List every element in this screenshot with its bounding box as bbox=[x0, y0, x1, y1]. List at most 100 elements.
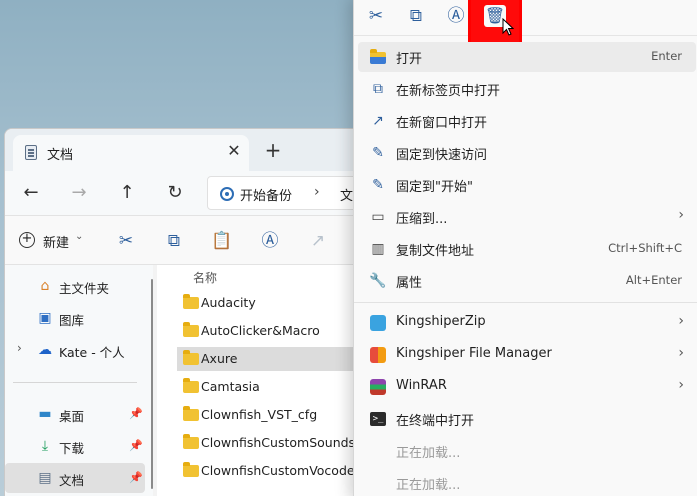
sidebar-item-onedrive[interactable]: › ☁ Kate - 个人 bbox=[5, 335, 145, 365]
sidebar-scrollbar[interactable] bbox=[151, 279, 153, 489]
menu-item-open-new-window[interactable]: ↗ 在新窗口中打开 bbox=[358, 106, 696, 136]
folder-open-icon bbox=[370, 49, 386, 64]
folder-icon bbox=[183, 406, 199, 421]
chevron-down-icon: ⌄ bbox=[75, 231, 84, 242]
chevron-right-icon: › bbox=[678, 313, 684, 329]
rename-icon[interactable]: Ⓐ bbox=[259, 230, 281, 252]
menu-item-shortcut: Ctrl+Shift+C bbox=[608, 241, 682, 255]
menu-item-pin-quick-access[interactable]: ✎ 固定到快速访问 bbox=[358, 138, 696, 168]
menu-item-open[interactable]: 打开 Enter bbox=[358, 42, 696, 72]
desktop-icon: ▬ bbox=[38, 406, 52, 422]
document-icon: ▤ bbox=[38, 470, 52, 486]
plus-icon: + bbox=[19, 232, 35, 248]
menu-item-copy-path[interactable]: ▥ 复制文件地址 Ctrl+Shift+C bbox=[358, 234, 696, 264]
chevron-right-icon: › bbox=[678, 377, 684, 393]
sidebar-item-desktop[interactable]: ▬ 桌面 📌 bbox=[5, 399, 145, 429]
new-tab-button[interactable]: + bbox=[263, 140, 283, 161]
folder-icon bbox=[183, 294, 199, 309]
sidebar-item-label: 下载 bbox=[59, 441, 85, 456]
menu-separator bbox=[354, 302, 697, 303]
copy-path-icon: ▥ bbox=[371, 241, 385, 257]
backup-icon bbox=[220, 187, 234, 201]
cut-icon[interactable]: ✂ bbox=[364, 4, 388, 28]
sidebar-item-downloads[interactable]: ⤓ 下载 📌 bbox=[5, 431, 145, 461]
menu-item-loading: 正在加载... bbox=[358, 436, 696, 466]
rename-icon[interactable]: Ⓐ bbox=[444, 4, 468, 28]
new-label: 新建 bbox=[43, 236, 70, 251]
menu-item-kingshiper-file-manager[interactable]: Kingshiper File Manager › bbox=[358, 340, 696, 370]
menu-item-label: WinRAR bbox=[396, 378, 447, 393]
zip-folder-icon: ▭ bbox=[371, 209, 385, 225]
navigation-pane: ⌂ 主文件夹 ▣ 图库 › ☁ Kate - 个人 ▬ 桌面 📌 ⤓ 下载 📌 … bbox=[5, 265, 153, 496]
menu-item-label: 复制文件地址 bbox=[396, 244, 475, 259]
menu-item-winrar[interactable]: WinRAR › bbox=[358, 372, 696, 402]
breadcrumb-separator: › bbox=[314, 184, 320, 200]
kingshiper-file-manager-icon bbox=[370, 347, 386, 363]
sidebar-item-label: 图库 bbox=[59, 313, 85, 328]
file-name: ClownfishCustomVocoders bbox=[201, 463, 367, 478]
sidebar-item-label: 桌面 bbox=[59, 409, 85, 424]
menu-item-label: 固定到快速访问 bbox=[396, 148, 488, 163]
menu-item-label: 正在加载... bbox=[396, 446, 461, 461]
tab-documents[interactable]: 文档 ✕ bbox=[13, 135, 249, 171]
copy-icon[interactable]: ⧉ bbox=[404, 4, 428, 28]
gallery-icon: ▣ bbox=[38, 310, 52, 326]
menu-item-label: 打开 bbox=[396, 52, 423, 67]
copy-icon[interactable]: ⧉ bbox=[163, 230, 185, 252]
column-header-name[interactable]: 名称 bbox=[193, 269, 217, 286]
document-icon bbox=[25, 145, 37, 160]
pin-icon: 📌 bbox=[129, 407, 143, 420]
folder-icon bbox=[183, 434, 199, 449]
menu-item-label: Kingshiper File Manager bbox=[396, 346, 552, 361]
sidebar-item-documents[interactable]: ▤ 文档 📌 bbox=[5, 463, 145, 493]
menu-item-shortcut: Enter bbox=[651, 49, 682, 63]
close-icon[interactable]: ✕ bbox=[225, 142, 243, 160]
breadcrumb-backup[interactable]: 开始备份 bbox=[240, 185, 292, 204]
forward-arrow-icon[interactable]: → bbox=[67, 181, 91, 205]
folder-icon bbox=[183, 462, 199, 477]
menu-item-kingshiperzip[interactable]: KingshiperZip › bbox=[358, 308, 696, 338]
file-name: Axure bbox=[201, 351, 238, 366]
menu-item-properties[interactable]: 🔧 属性 Alt+Enter bbox=[358, 266, 696, 296]
tab-title: 文档 bbox=[47, 148, 74, 163]
menu-item-pin-start[interactable]: ✎ 固定到"开始" bbox=[358, 170, 696, 200]
menu-item-loading: 正在加载... bbox=[358, 468, 696, 496]
share-icon[interactable]: ↗ bbox=[307, 230, 329, 252]
breadcrumb-documents[interactable]: 文 bbox=[340, 185, 353, 204]
pin-icon: ✎ bbox=[372, 145, 384, 161]
pin-icon: 📌 bbox=[129, 439, 143, 452]
refresh-icon[interactable]: ↻ bbox=[163, 181, 187, 205]
sidebar-item-gallery[interactable]: ▣ 图库 bbox=[5, 303, 145, 333]
menu-item-label: 正在加载... bbox=[396, 478, 461, 493]
menu-item-label: 在新窗口中打开 bbox=[396, 116, 488, 131]
file-name: AutoClicker&Macro bbox=[201, 323, 320, 338]
sidebar-item-label: 文档 bbox=[59, 473, 85, 488]
back-arrow-icon[interactable]: ← bbox=[19, 181, 43, 205]
folder-icon bbox=[183, 350, 199, 365]
menu-item-compress[interactable]: ▭ 压缩到... › bbox=[358, 202, 696, 232]
sidebar-divider bbox=[13, 382, 137, 383]
context-menu: ✂ ⧉ Ⓐ 🗑 打开 Enter ⧉ 在新标签页中打开 ↗ 在新窗口中打开 ✎ … bbox=[353, 0, 697, 496]
file-name: Clownfish_VST_cfg bbox=[201, 407, 318, 422]
winrar-icon bbox=[370, 379, 386, 395]
cut-icon[interactable]: ✂ bbox=[115, 230, 137, 252]
terminal-icon: >_ bbox=[370, 412, 386, 426]
menu-item-open-new-tab[interactable]: ⧉ 在新标签页中打开 bbox=[358, 74, 696, 104]
open-new-tab-icon: ⧉ bbox=[373, 81, 383, 97]
folder-icon bbox=[183, 322, 199, 337]
home-icon: ⌂ bbox=[40, 278, 50, 294]
mouse-cursor-icon bbox=[502, 18, 514, 36]
sidebar-item-home[interactable]: ⌂ 主文件夹 bbox=[5, 271, 145, 301]
menu-item-label: 属性 bbox=[396, 276, 423, 291]
menu-item-open-terminal[interactable]: >_ 在终端中打开 bbox=[358, 404, 696, 434]
chevron-right-icon[interactable]: › bbox=[17, 341, 22, 355]
wrench-icon: 🔧 bbox=[369, 273, 387, 289]
up-arrow-icon[interactable]: ↑ bbox=[115, 181, 139, 205]
file-name: Audacity bbox=[201, 295, 256, 310]
chevron-right-icon: › bbox=[678, 207, 684, 223]
menu-item-label: KingshiperZip bbox=[396, 314, 486, 329]
open-new-window-icon: ↗ bbox=[372, 113, 384, 129]
paste-icon[interactable]: 📋 bbox=[211, 230, 233, 252]
onedrive-icon: ☁ bbox=[38, 342, 52, 358]
menu-item-label: 压缩到... bbox=[396, 212, 448, 227]
